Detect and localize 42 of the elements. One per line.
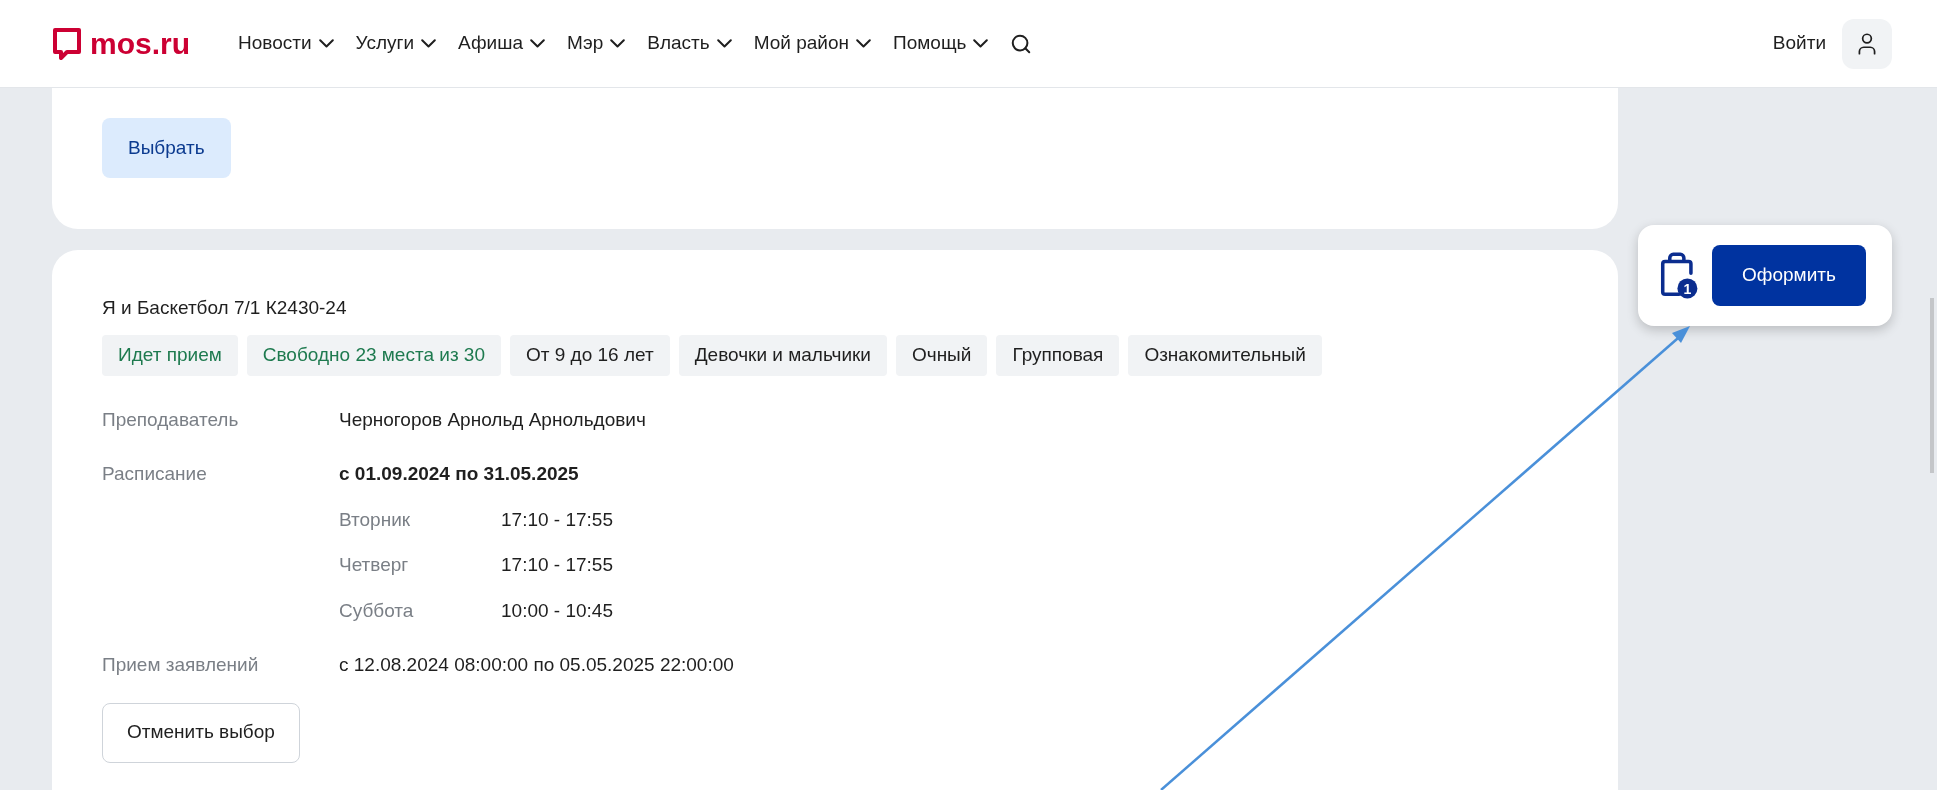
tag: Свободно 23 места из 30	[246, 334, 501, 376]
chevron-down-icon	[973, 39, 989, 48]
nav-menu-item[interactable]: Помощь	[893, 29, 989, 58]
schedule-time: 17:10 - 17:55	[501, 507, 613, 532]
applications-period: с 12.08.2024 08:00:00 по 05.05.2025 22:00:00	[339, 653, 734, 677]
chevron-down-icon	[856, 39, 872, 48]
nav-menu-item[interactable]: Мой район	[753, 29, 872, 58]
chevron-down-icon	[318, 39, 334, 48]
course-title: Я и Баскетбол 7/1 К2430-24	[102, 296, 348, 320]
nav-menu-item[interactable]: Афиша	[458, 29, 545, 58]
chevron-down-icon	[530, 39, 545, 48]
login-link[interactable]: Войти	[1772, 29, 1826, 58]
profile-button[interactable]	[1842, 18, 1892, 69]
schedule-time: 10:00 - 10:45	[501, 598, 613, 623]
teacher-name: Черногоров Арнольд Арнольдович	[339, 407, 646, 432]
select-button[interactable]: Выбрать	[102, 118, 231, 178]
tag: Идет прием	[102, 334, 238, 376]
checkout-button[interactable]: Оформить	[1712, 245, 1866, 306]
schedule-time: 17:10 - 17:55	[501, 553, 613, 577]
schedule-period: с 01.09.2024 по 31.05.2025	[339, 462, 580, 486]
tag: От 9 до 16 лет	[510, 334, 670, 376]
cancel-selection-button[interactable]: Отменить выбор	[102, 702, 300, 763]
tag: Очный	[895, 334, 988, 376]
logo-icon[interactable]	[52, 26, 82, 61]
schedule-day: Суббота	[339, 596, 501, 625]
schedule-day: Вторник	[339, 505, 501, 534]
chevron-down-icon	[716, 39, 732, 48]
search-icon[interactable]	[1010, 32, 1033, 55]
tag: Групповая	[996, 334, 1120, 376]
site-logo[interactable]: mos.ru	[90, 28, 191, 59]
field-label: Расписание	[102, 462, 208, 486]
chevron-down-icon	[610, 39, 626, 48]
schedule-day: Четверг	[339, 551, 501, 580]
nav-menu-item[interactable]: Услуги	[355, 29, 437, 58]
tag: Девочки и мальчики	[678, 334, 887, 376]
chevron-down-icon	[421, 39, 437, 48]
field-label: Преподаватель	[102, 407, 240, 432]
field-label: Прием заявлений	[102, 653, 260, 677]
nav-menu-item[interactable]: Новости	[238, 29, 334, 58]
nav-menu-item[interactable]: Власть	[647, 29, 732, 58]
tag: Ознакомительный	[1128, 334, 1322, 376]
nav-menu-item[interactable]: Мэр	[567, 29, 626, 58]
